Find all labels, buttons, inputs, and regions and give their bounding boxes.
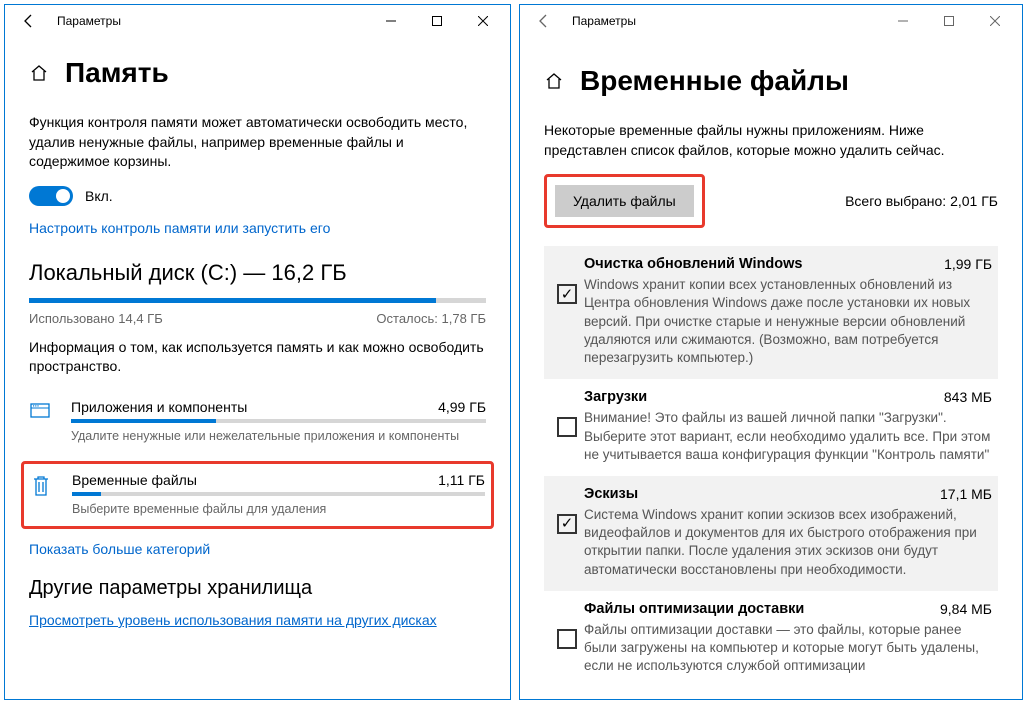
- item-size: 1,99 ГБ: [944, 256, 992, 272]
- back-button[interactable]: [524, 13, 564, 29]
- temp-files-description: Некоторые временные файлы нужны приложен…: [544, 121, 998, 160]
- storage-settings-window: Параметры Память Функция контроля памяти…: [4, 4, 511, 700]
- category-temp-files[interactable]: Временные файлы 1,11 ГБ Выберите временн…: [30, 468, 485, 518]
- show-more-categories-link[interactable]: Показать больше категорий: [29, 541, 486, 557]
- close-button[interactable]: [972, 5, 1018, 37]
- storage-sense-toggle[interactable]: [29, 186, 73, 206]
- configure-storage-sense-link[interactable]: Настроить контроль памяти или запустить …: [29, 220, 486, 236]
- item-description: Внимание! Это файлы из вашей личной папк…: [584, 409, 992, 464]
- maximize-button[interactable]: [926, 5, 972, 37]
- disk-description: Информация о том, как используется памят…: [29, 338, 486, 377]
- item-name: Файлы оптимизации доставки: [584, 601, 804, 617]
- category-size: 4,99 ГБ: [438, 399, 486, 415]
- maximize-button[interactable]: [414, 5, 460, 37]
- item-size: 9,84 МБ: [940, 601, 992, 617]
- item-description: Файлы оптимизации доставки — это файлы, …: [584, 621, 992, 676]
- view-other-disks-link[interactable]: Просмотреть уровень использования памяти…: [29, 612, 486, 628]
- temp-files-list: ✓ Очистка обновлений Windows 1,99 ГБ Window…: [544, 246, 998, 687]
- titlebar: Параметры: [520, 5, 1022, 37]
- category-hint: Выберите временные файлы для удаления: [72, 502, 485, 516]
- category-name: Временные файлы: [72, 472, 197, 488]
- highlight-temp-files: Временные файлы 1,11 ГБ Выберите временн…: [21, 461, 494, 529]
- temp-file-item[interactable]: Файлы оптимизации доставки 9,84 МБ Файлы о…: [544, 591, 998, 688]
- page-title: Память: [65, 57, 169, 89]
- item-description: Система Windows хранит копии эскизов все…: [584, 506, 992, 579]
- item-checkbox[interactable]: [557, 417, 577, 437]
- item-checkbox[interactable]: [557, 629, 577, 649]
- category-name: Приложения и компоненты: [71, 399, 247, 415]
- item-size: 17,1 МБ: [940, 486, 992, 502]
- local-disk-heading: Локальный диск (C:) — 16,2 ГБ: [29, 260, 486, 286]
- minimize-button[interactable]: [368, 5, 414, 37]
- disk-remaining-label: Осталось: 1,78 ГБ: [376, 311, 486, 326]
- item-name: Очистка обновлений Windows: [584, 256, 802, 272]
- other-storage-heading: Другие параметры хранилища: [29, 577, 486, 600]
- home-icon[interactable]: [29, 63, 49, 83]
- item-checkbox[interactable]: ✓: [557, 514, 577, 534]
- item-description: Windows хранит копии всех установленных …: [584, 276, 992, 367]
- item-checkbox[interactable]: ✓: [557, 284, 577, 304]
- temp-files-window: Параметры Временные файлы Некоторые врем…: [519, 4, 1023, 700]
- delete-files-button[interactable]: Удалить файлы: [555, 185, 694, 217]
- highlight-delete-button: Удалить файлы: [544, 174, 705, 228]
- category-hint: Удалите ненужные или нежелательные прило…: [71, 429, 486, 443]
- apps-icon: [29, 399, 71, 423]
- item-name: Эскизы: [584, 486, 638, 502]
- minimize-button[interactable]: [880, 5, 926, 37]
- item-size: 843 МБ: [944, 389, 992, 405]
- window-title: Параметры: [564, 14, 880, 28]
- temp-file-item[interactable]: ✓ Очистка обновлений Windows 1,99 ГБ Window…: [544, 246, 998, 379]
- toggle-label: Вкл.: [85, 188, 113, 204]
- titlebar: Параметры: [5, 5, 510, 37]
- item-name: Загрузки: [584, 389, 647, 405]
- disk-usage-bar: [29, 298, 486, 303]
- temp-file-item[interactable]: Загрузки 843 МБ Внимание! Это файлы из ваш…: [544, 379, 998, 476]
- storage-description: Функция контроля памяти может автоматиче…: [29, 113, 486, 172]
- disk-used-label: Использовано 14,4 ГБ: [29, 311, 163, 326]
- home-icon[interactable]: [544, 71, 564, 91]
- page-title: Временные файлы: [580, 65, 849, 97]
- category-apps[interactable]: Приложения и компоненты 4,99 ГБ Удалите …: [29, 391, 486, 455]
- close-button[interactable]: [460, 5, 506, 37]
- total-selected-label: Всего выбрано: 2,01 ГБ: [845, 193, 998, 209]
- trash-icon: [30, 472, 72, 498]
- back-button[interactable]: [9, 13, 49, 29]
- window-title: Параметры: [49, 14, 368, 28]
- temp-file-item[interactable]: ✓ Эскизы 17,1 МБ Система Windows хранит коп…: [544, 476, 998, 591]
- category-size: 1,11 ГБ: [438, 472, 485, 488]
